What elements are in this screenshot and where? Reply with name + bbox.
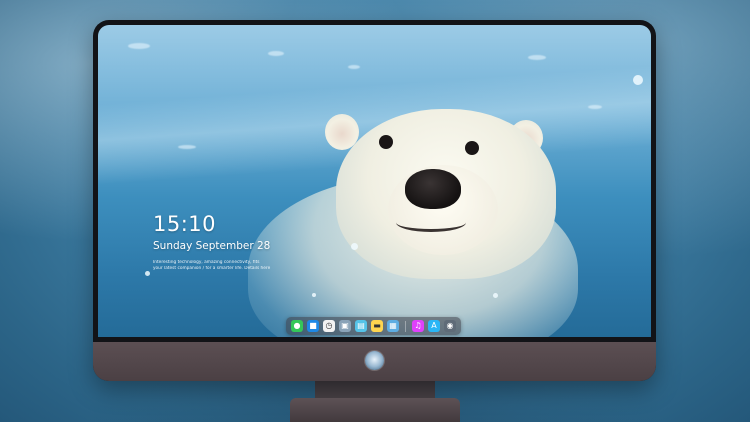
preview-app[interactable]: ▣: [339, 320, 351, 332]
monitor-stand-base: [290, 398, 460, 422]
lock-screen[interactable]: 15:10 Sunday September 28 Interesting te…: [98, 25, 651, 337]
bubble: [633, 75, 643, 85]
app-store-icon: A: [431, 321, 437, 330]
polar-bear-nose: [405, 169, 461, 209]
dock-separator: [405, 320, 406, 332]
screenshot-app[interactable]: ◉: [444, 320, 456, 332]
wallpaper: [98, 25, 651, 337]
camera-icon: ◉: [446, 321, 454, 330]
light-caustic: [528, 55, 546, 60]
notes-app[interactable]: ▬: [371, 320, 383, 332]
brand-logo-icon: [365, 351, 384, 370]
photo-icon: ▣: [341, 321, 349, 330]
image-icon: ▦: [389, 321, 397, 330]
note-icon: ▬: [373, 321, 381, 330]
light-caustic: [348, 65, 360, 69]
polar-bear-left-eye: [379, 135, 393, 149]
monitor: 15:10 Sunday September 28 Interesting te…: [93, 20, 656, 381]
monitor-chin: [93, 342, 656, 381]
desktop-background: 15:10 Sunday September 28 Interesting te…: [0, 0, 750, 422]
polar-bear-right-eye: [465, 141, 479, 155]
lock-screen-time: 15:10: [153, 212, 217, 236]
bubble: [145, 271, 150, 276]
notification-line: your latest companion / for a smarter li…: [153, 266, 271, 271]
bubble: [351, 243, 358, 250]
dock: ● ■ ◷ ▣ ▤ ▬ ▦ ♫ A ◉: [286, 317, 461, 335]
light-caustic: [268, 51, 284, 56]
folder-icon: ■: [309, 321, 317, 330]
messages-app[interactable]: ●: [291, 320, 303, 332]
music-app[interactable]: ♫: [412, 320, 424, 332]
lock-screen-date: Sunday September 28: [153, 240, 271, 252]
claquette-app[interactable]: ▤: [355, 320, 367, 332]
light-caustic: [588, 105, 602, 109]
finder-app[interactable]: ■: [307, 320, 319, 332]
light-caustic: [178, 145, 196, 149]
bubble: [493, 293, 498, 298]
photos-app[interactable]: ▦: [387, 320, 399, 332]
light-caustic: [128, 43, 150, 49]
polar-bear-mouth: [396, 213, 466, 232]
music-note-icon: ♫: [414, 321, 422, 330]
clock-app[interactable]: ◷: [323, 320, 335, 332]
bubble: [312, 293, 316, 297]
film-icon: ▤: [357, 321, 365, 330]
app-store-app[interactable]: A: [428, 320, 440, 332]
chat-bubble-icon: ●: [293, 321, 301, 330]
clock-icon: ◷: [325, 321, 333, 330]
